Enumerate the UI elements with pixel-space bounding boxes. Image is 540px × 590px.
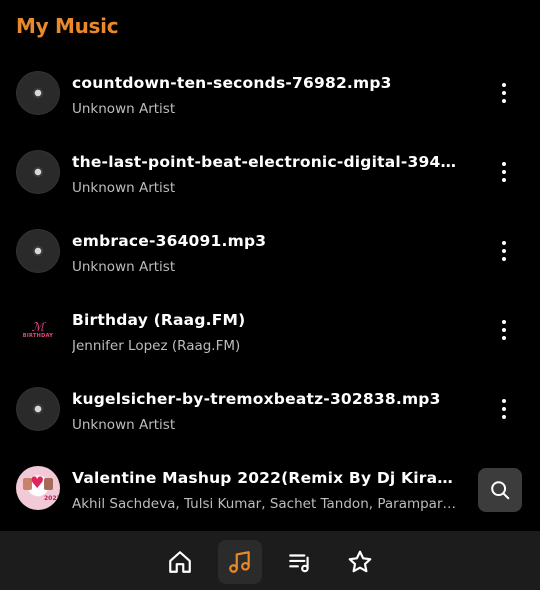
- list-item[interactable]: the-last-point-beat-electronic-digital-3…: [0, 133, 540, 212]
- playlist-icon: [289, 554, 309, 573]
- song-artist: Unknown Artist: [72, 417, 176, 433]
- song-artist: Unknown Artist: [72, 259, 176, 275]
- nav-music[interactable]: [218, 540, 262, 584]
- nav-playlists[interactable]: [278, 540, 322, 584]
- nav-favorites[interactable]: [338, 540, 382, 584]
- music-note-icon: [229, 551, 250, 573]
- vinyl-disc-icon: [16, 71, 60, 115]
- vinyl-disc-icon: [16, 387, 60, 431]
- bottom-nav: [0, 531, 540, 590]
- page-title: My Music: [16, 14, 119, 38]
- song-title: Valentine Mashup 2022(Remix By Dj Kiran …: [72, 469, 462, 487]
- song-artist: Unknown Artist: [72, 180, 176, 196]
- vinyl-disc-icon: [16, 229, 60, 273]
- list-item[interactable]: embrace-364091.mp3 Unknown Artist: [0, 212, 540, 291]
- song-title: kugelsicher-by-tremoxbeatz-302838.mp3: [72, 390, 441, 408]
- search-button[interactable]: [478, 468, 522, 512]
- list-item[interactable]: kugelsicher-by-tremoxbeatz-302838.mp3 Un…: [0, 370, 540, 449]
- valentine-album-art: ♥ 2022: [16, 466, 60, 510]
- song-title: embrace-364091.mp3: [72, 232, 267, 250]
- song-title: Birthday (Raag.FM): [72, 311, 246, 329]
- album-art-text: 2022: [44, 495, 60, 502]
- star-icon: [348, 550, 372, 573]
- more-options-icon[interactable]: [492, 397, 516, 421]
- header: My Music: [16, 14, 119, 38]
- more-options-icon[interactable]: [492, 81, 516, 105]
- more-options-icon[interactable]: [492, 160, 516, 184]
- vinyl-disc-icon: [16, 150, 60, 194]
- list-item[interactable]: countdown-ten-seconds-76982.mp3 Unknown …: [0, 54, 540, 133]
- birthday-album-art: ℳ BIRTHDAY: [16, 308, 60, 352]
- list-item[interactable]: ♥ 2022 Valentine Mashup 2022(Remix By Dj…: [0, 449, 540, 528]
- song-list: countdown-ten-seconds-76982.mp3 Unknown …: [0, 54, 540, 528]
- home-icon: [169, 551, 191, 573]
- album-art-text: BIRTHDAY: [22, 333, 54, 339]
- list-item[interactable]: ℳ BIRTHDAY Birthday (Raag.FM) Jennifer L…: [0, 291, 540, 370]
- song-title: countdown-ten-seconds-76982.mp3: [72, 74, 392, 92]
- nav-home[interactable]: [158, 540, 202, 584]
- song-artist: Jennifer Lopez (Raag.FM): [72, 338, 241, 354]
- more-options-icon[interactable]: [492, 318, 516, 342]
- song-title: the-last-point-beat-electronic-digital-3…: [72, 153, 462, 171]
- song-artist: Akhil Sachdeva, Tulsi Kumar, Sachet Tand…: [72, 496, 462, 512]
- song-artist: Unknown Artist: [72, 101, 176, 117]
- search-icon: [491, 481, 510, 500]
- more-options-icon[interactable]: [492, 239, 516, 263]
